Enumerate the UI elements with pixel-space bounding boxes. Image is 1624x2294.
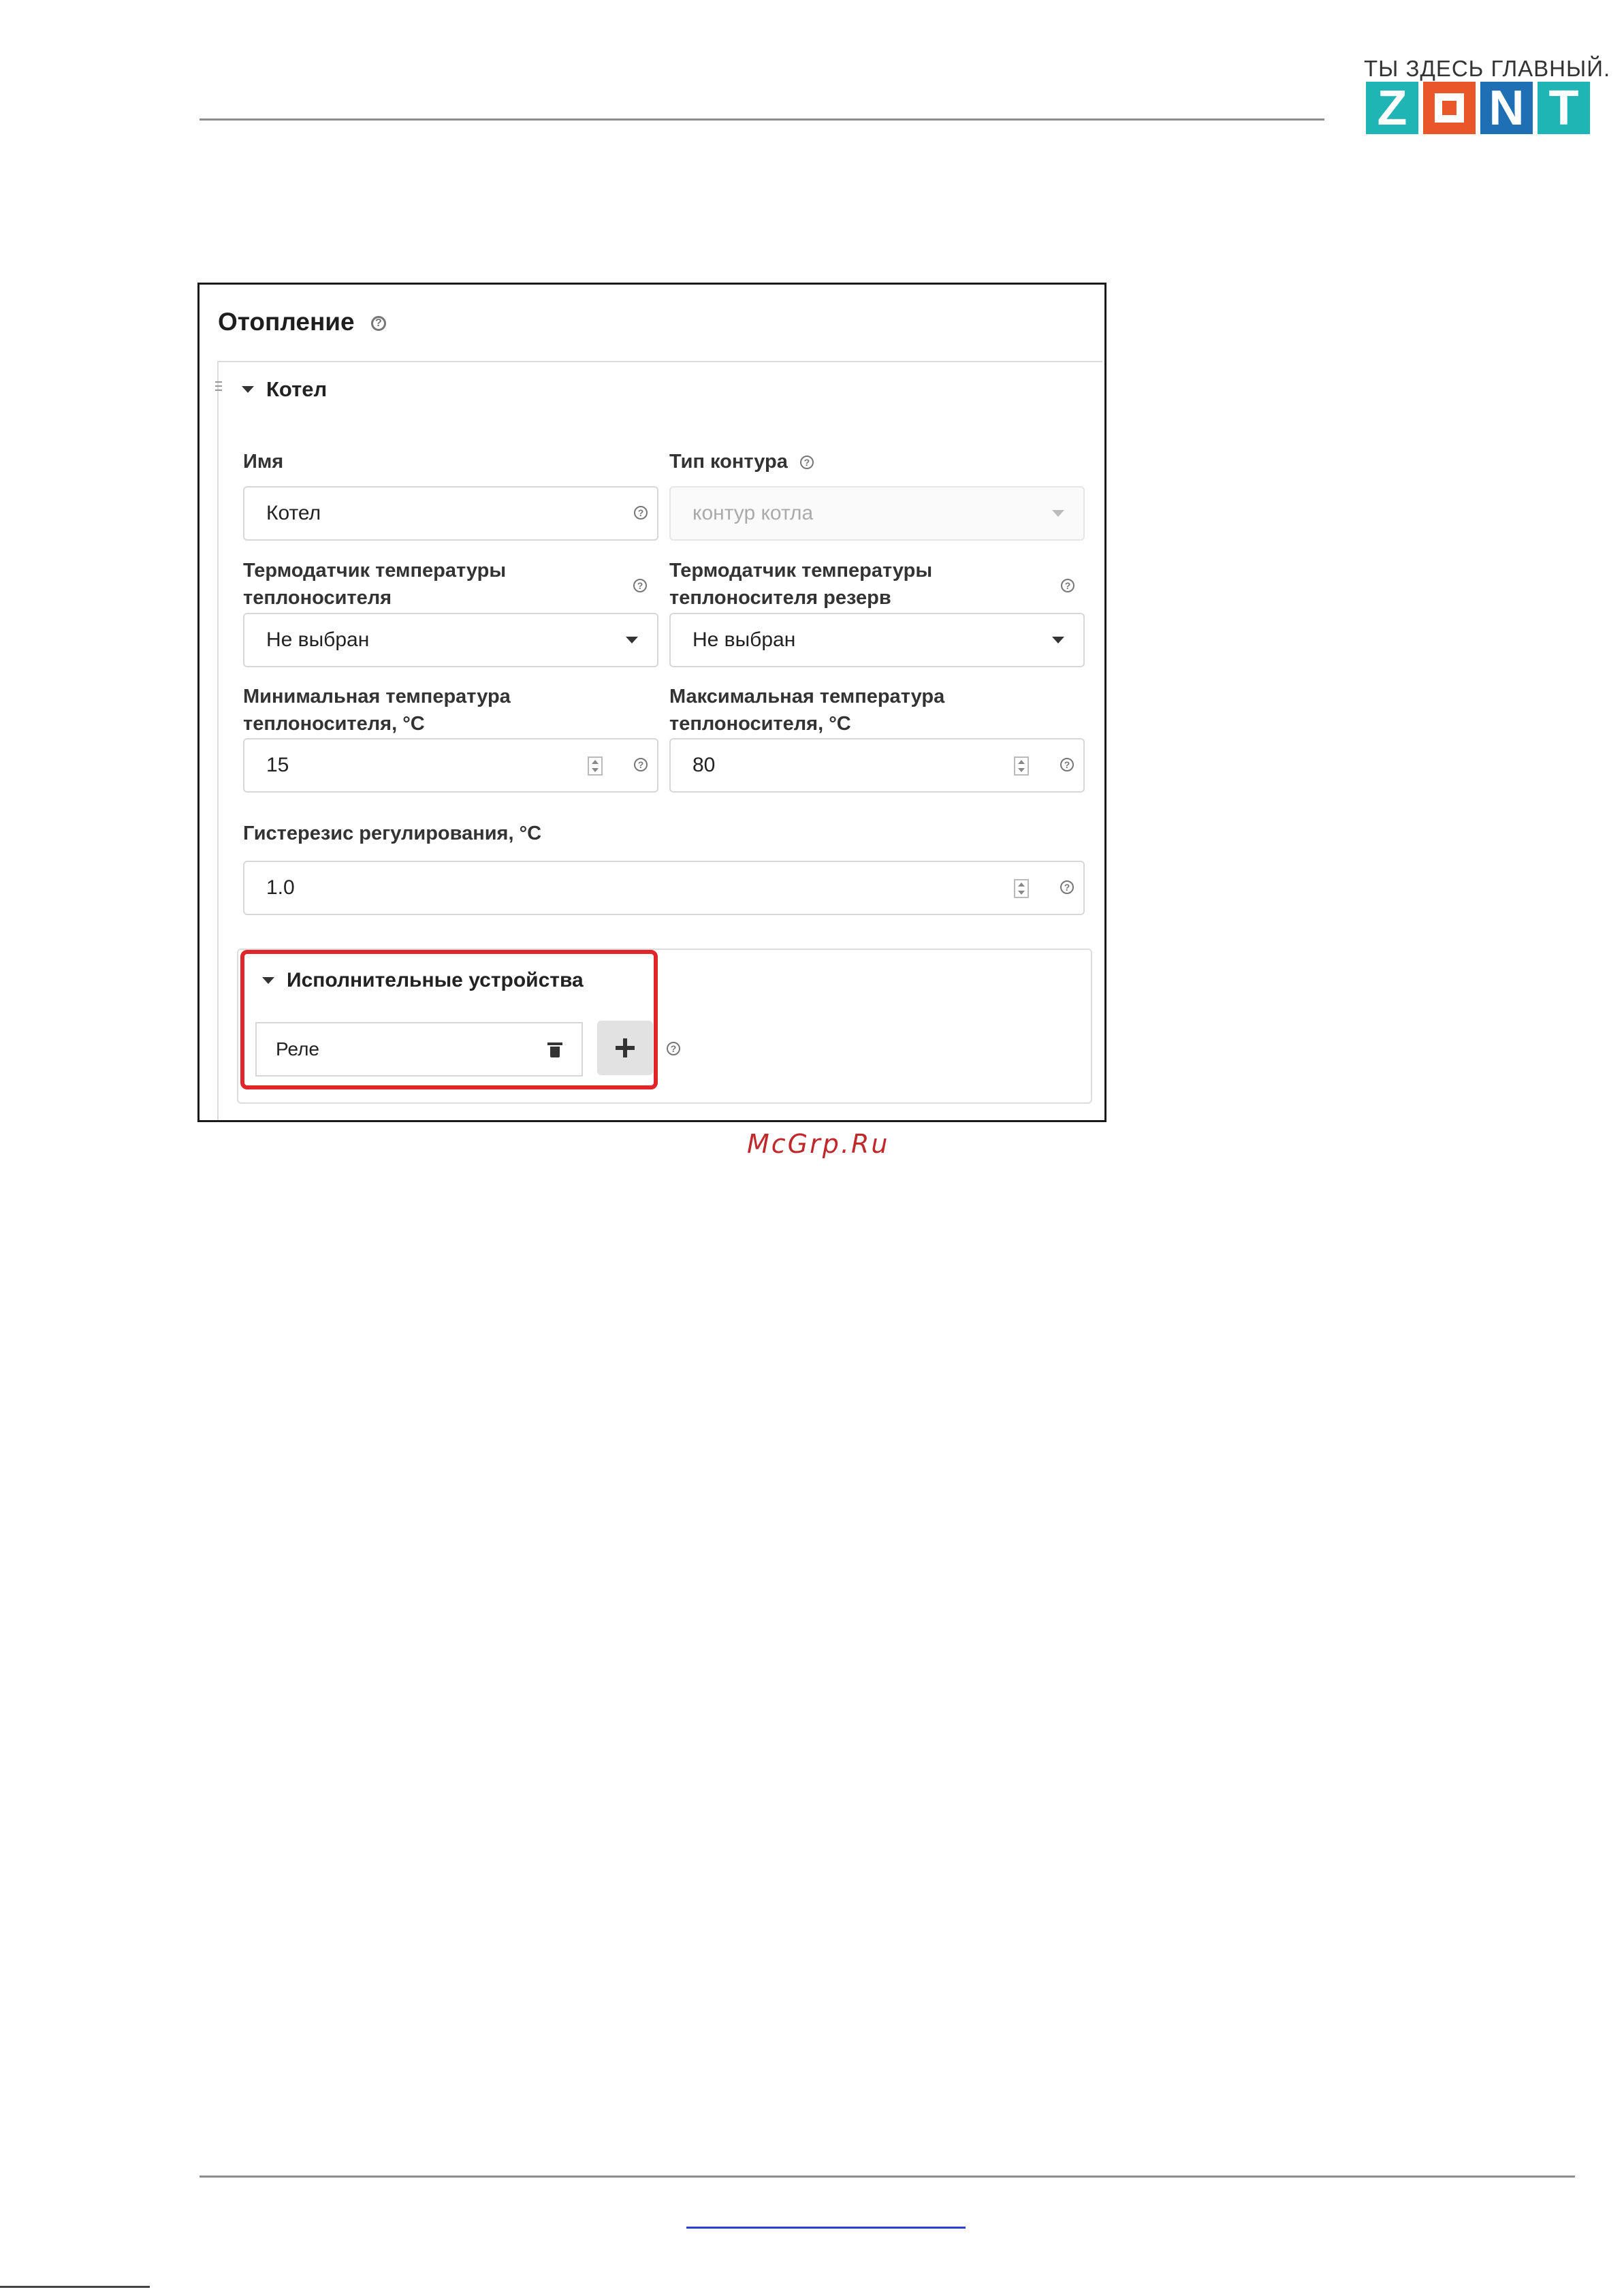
help-icon[interactable]: ? — [634, 506, 648, 520]
sensor-label: Термодатчик температуры теплоносителя — [243, 560, 507, 609]
hysteresis-input[interactable]: 1.0 ? — [243, 861, 1085, 915]
footer-rule — [200, 2176, 1575, 2178]
help-icon[interactable]: ? — [634, 758, 648, 771]
zont-logo: Z N T — [1366, 82, 1590, 134]
settings-screenshot: Отопление ? Котел Имя Тип контура ? Коте… — [197, 283, 1106, 1122]
min-temp-input[interactable]: 15 ? — [243, 738, 658, 793]
section-toggle[interactable]: Котел — [242, 377, 327, 402]
footer-link[interactable] — [686, 2227, 966, 2229]
hysteresis-label: Гистерезис регулирования, °C — [243, 823, 542, 844]
sensor-reserve-label: Термодатчик температуры теплоносителя ре… — [669, 560, 933, 609]
section-title: Котел — [266, 377, 328, 401]
name-input[interactable]: Котел ? — [243, 486, 658, 541]
help-icon[interactable]: ? — [1061, 579, 1074, 592]
logo-letter-z: Z — [1366, 82, 1418, 134]
page-title: Отопление ? — [218, 308, 386, 336]
min-temp-label: Минимальная температура теплоносителя, °… — [243, 686, 511, 735]
spinner-icon[interactable] — [1014, 756, 1029, 776]
help-icon[interactable]: ? — [667, 1042, 680, 1055]
watermark: McGrp.Ru — [747, 1129, 890, 1159]
name-label: Имя — [243, 451, 284, 473]
logo-letter-t: T — [1538, 82, 1590, 134]
help-icon[interactable]: ? — [633, 579, 647, 592]
spinner-icon[interactable] — [588, 756, 603, 776]
header-rule — [200, 118, 1324, 121]
spinner-icon[interactable] — [1014, 879, 1029, 898]
chevron-down-icon — [1052, 510, 1064, 517]
logo-letter-n: N — [1480, 82, 1533, 134]
help-icon[interactable]: ? — [799, 456, 814, 470]
sensor-reserve-select[interactable]: Не выбран — [669, 613, 1085, 667]
chevron-down-icon — [1052, 637, 1064, 643]
help-icon[interactable]: ? — [1060, 758, 1074, 771]
caret-down-icon — [242, 386, 254, 393]
logo-letter-o — [1423, 82, 1476, 134]
drag-handle-icon[interactable] — [215, 381, 222, 394]
max-temp-input[interactable]: 80 ? — [669, 738, 1085, 793]
page-edge-strip — [0, 2286, 150, 2288]
circuit-type-label: Тип контура ? — [669, 448, 814, 475]
logo-tagline: ТЫ ЗДЕСЬ ГЛАВНЫЙ. — [1364, 56, 1611, 81]
help-icon[interactable]: ? — [370, 316, 386, 332]
highlight-box — [240, 950, 658, 1089]
help-icon[interactable]: ? — [1060, 880, 1074, 894]
max-temp-label: Максимальная температура теплоносителя, … — [669, 686, 945, 735]
sensor-select[interactable]: Не выбран — [243, 613, 658, 667]
circuit-type-select[interactable]: контур котла — [669, 486, 1085, 541]
chevron-down-icon — [626, 637, 638, 643]
